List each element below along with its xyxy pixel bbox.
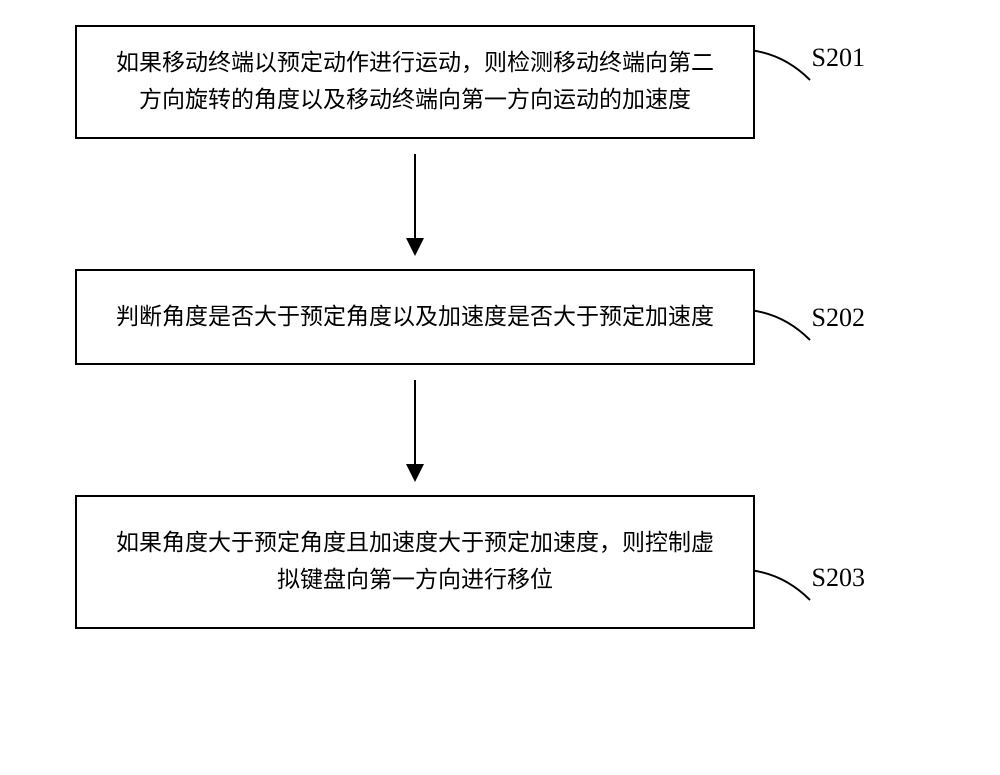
step-text-s202: 判断角度是否大于预定角度以及加速度是否大于预定加速度 bbox=[116, 304, 714, 329]
step-label-s202: S202 bbox=[812, 303, 865, 333]
arrow-line bbox=[414, 380, 416, 480]
step-label-s201: S201 bbox=[812, 43, 865, 73]
step-text-s203: 如果角度大于预定角度且加速度大于预定加速度，则控制虚拟键盘向第一方向进行移位 bbox=[116, 530, 714, 592]
step-box-s203: 如果角度大于预定角度且加速度大于预定加速度，则控制虚拟键盘向第一方向进行移位 bbox=[75, 495, 755, 629]
step-box-s202: 判断角度是否大于预定角度以及加速度是否大于预定加速度 bbox=[75, 269, 755, 366]
step-box-s201: 如果移动终端以预定动作进行运动，则检测移动终端向第二方向旋转的角度以及移动终端向… bbox=[75, 25, 755, 139]
flowchart-container: S201 如果移动终端以预定动作进行运动，则检测移动终端向第二方向旋转的角度以及… bbox=[75, 25, 925, 629]
arrow-line bbox=[414, 154, 416, 254]
arrow-head bbox=[406, 464, 424, 482]
step-label-s203: S203 bbox=[812, 563, 865, 593]
arrow-s202-s203 bbox=[75, 365, 755, 495]
arrow-head bbox=[406, 238, 424, 256]
arrow-s201-s202 bbox=[75, 139, 755, 269]
step-text-s201: 如果移动终端以预定动作进行运动，则检测移动终端向第二方向旋转的角度以及移动终端向… bbox=[116, 50, 714, 112]
